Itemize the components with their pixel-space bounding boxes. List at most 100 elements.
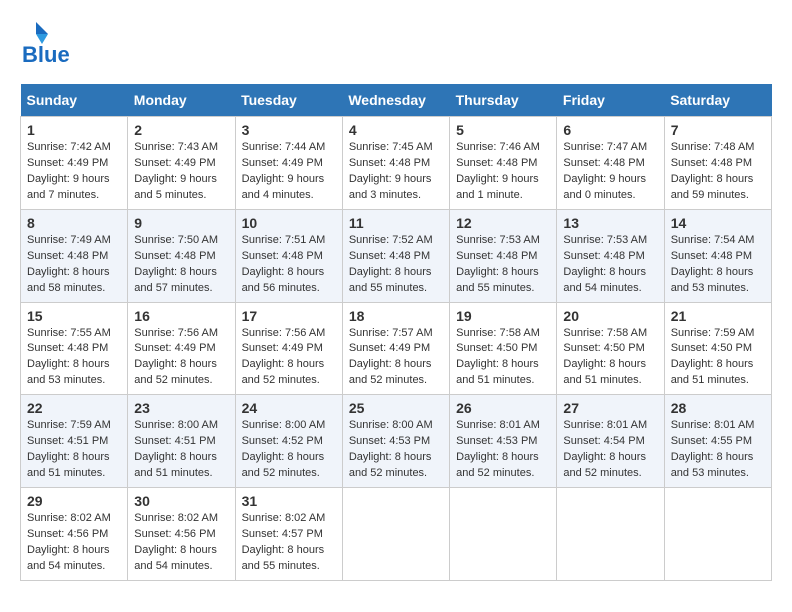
day-number: 21 xyxy=(671,308,765,324)
day-info: Sunrise: 8:02 AM Sunset: 4:57 PM Dayligh… xyxy=(242,511,336,575)
calendar-day-cell: 10 Sunrise: 7:51 AM Sunset: 4:48 PM Dayli… xyxy=(235,209,342,302)
calendar-day-cell: 18Sunrise: 7:57 AM Sunset: 4:49 PM Dayli… xyxy=(342,302,449,395)
day-info: Sunrise: 7:50 AM Sunset: 4:48 PM Dayligh… xyxy=(134,233,228,297)
calendar-day-cell: 5Sunrise: 7:46 AM Sunset: 4:48 PM Daylig… xyxy=(450,117,557,210)
day-info: Sunrise: 8:02 AM Sunset: 4:56 PM Dayligh… xyxy=(27,511,121,575)
day-number: 20 xyxy=(563,308,657,324)
day-number: 6 xyxy=(563,122,657,138)
calendar-day-cell: 15Sunrise: 7:55 AM Sunset: 4:48 PM Dayli… xyxy=(21,302,128,395)
calendar-week-row: 29 Sunrise: 8:02 AM Sunset: 4:56 PM Dayli… xyxy=(21,488,772,581)
day-number: 5 xyxy=(456,122,550,138)
day-number: 22 xyxy=(27,400,121,416)
calendar-day-cell: 9 Sunrise: 7:50 AM Sunset: 4:48 PM Daylig… xyxy=(128,209,235,302)
calendar-day-cell: 31 Sunrise: 8:02 AM Sunset: 4:57 PM Dayli… xyxy=(235,488,342,581)
calendar-day-cell xyxy=(342,488,449,581)
day-info: Sunrise: 7:42 AM Sunset: 4:49 PM Dayligh… xyxy=(27,140,121,204)
day-info: Sunrise: 7:58 AM Sunset: 4:50 PM Dayligh… xyxy=(456,326,550,390)
day-info: Sunrise: 7:58 AM Sunset: 4:50 PM Dayligh… xyxy=(563,326,657,390)
day-of-week-header: Friday xyxy=(557,84,664,117)
calendar-day-cell: 17 Sunrise: 7:56 AM Sunset: 4:49 PM Dayli… xyxy=(235,302,342,395)
calendar-day-cell: 20 Sunrise: 7:58 AM Sunset: 4:50 PM Dayli… xyxy=(557,302,664,395)
day-number: 13 xyxy=(563,215,657,231)
day-info: Sunrise: 7:56 AM Sunset: 4:49 PM Dayligh… xyxy=(242,326,336,390)
day-number: 30 xyxy=(134,493,228,509)
day-number: 11 xyxy=(349,215,443,231)
day-info: Sunrise: 7:48 AM Sunset: 4:48 PM Dayligh… xyxy=(671,140,765,204)
day-of-week-header: Wednesday xyxy=(342,84,449,117)
day-number: 16 xyxy=(134,308,228,324)
calendar-day-cell xyxy=(557,488,664,581)
day-number: 19 xyxy=(456,308,550,324)
calendar-day-cell: 3 Sunrise: 7:44 AM Sunset: 4:49 PM Daylig… xyxy=(235,117,342,210)
day-number: 1 xyxy=(27,122,121,138)
calendar-week-row: 15Sunrise: 7:55 AM Sunset: 4:48 PM Dayli… xyxy=(21,302,772,395)
calendar-day-cell: 30 Sunrise: 8:02 AM Sunset: 4:56 PM Dayli… xyxy=(128,488,235,581)
day-info: Sunrise: 7:49 AM Sunset: 4:48 PM Dayligh… xyxy=(27,233,121,297)
day-of-week-header: Monday xyxy=(128,84,235,117)
page-header: Blue xyxy=(20,20,772,68)
calendar-day-cell: 19 Sunrise: 7:58 AM Sunset: 4:50 PM Dayli… xyxy=(450,302,557,395)
day-of-week-header: Tuesday xyxy=(235,84,342,117)
calendar-week-row: 1 Sunrise: 7:42 AM Sunset: 4:49 PM Daylig… xyxy=(21,117,772,210)
day-info: Sunrise: 8:00 AM Sunset: 4:53 PM Dayligh… xyxy=(349,418,443,482)
day-info: Sunrise: 7:51 AM Sunset: 4:48 PM Dayligh… xyxy=(242,233,336,297)
day-of-week-header: Sunday xyxy=(21,84,128,117)
calendar-header: SundayMondayTuesdayWednesdayThursdayFrid… xyxy=(21,84,772,117)
day-number: 18 xyxy=(349,308,443,324)
calendar-day-cell xyxy=(664,488,771,581)
calendar-day-cell: 24Sunrise: 8:00 AM Sunset: 4:52 PM Dayli… xyxy=(235,395,342,488)
day-number: 4 xyxy=(349,122,443,138)
day-info: Sunrise: 7:43 AM Sunset: 4:49 PM Dayligh… xyxy=(134,140,228,204)
day-number: 2 xyxy=(134,122,228,138)
day-number: 12 xyxy=(456,215,550,231)
calendar-day-cell: 6Sunrise: 7:47 AM Sunset: 4:48 PM Daylig… xyxy=(557,117,664,210)
day-number: 17 xyxy=(242,308,336,324)
calendar-day-cell: 4 Sunrise: 7:45 AM Sunset: 4:48 PM Daylig… xyxy=(342,117,449,210)
day-info: Sunrise: 7:45 AM Sunset: 4:48 PM Dayligh… xyxy=(349,140,443,204)
calendar-day-cell: 7 Sunrise: 7:48 AM Sunset: 4:48 PM Daylig… xyxy=(664,117,771,210)
day-info: Sunrise: 8:01 AM Sunset: 4:54 PM Dayligh… xyxy=(563,418,657,482)
calendar-day-cell: 11 Sunrise: 7:52 AM Sunset: 4:48 PM Dayli… xyxy=(342,209,449,302)
day-info: Sunrise: 7:59 AM Sunset: 4:51 PM Dayligh… xyxy=(27,418,121,482)
day-info: Sunrise: 8:00 AM Sunset: 4:51 PM Dayligh… xyxy=(134,418,228,482)
day-info: Sunrise: 8:01 AM Sunset: 4:55 PM Dayligh… xyxy=(671,418,765,482)
day-info: Sunrise: 7:56 AM Sunset: 4:49 PM Dayligh… xyxy=(134,326,228,390)
calendar-day-cell: 8 Sunrise: 7:49 AM Sunset: 4:48 PM Daylig… xyxy=(21,209,128,302)
calendar-week-row: 8 Sunrise: 7:49 AM Sunset: 4:48 PM Daylig… xyxy=(21,209,772,302)
day-number: 3 xyxy=(242,122,336,138)
calendar-day-cell: 25Sunrise: 8:00 AM Sunset: 4:53 PM Dayli… xyxy=(342,395,449,488)
calendar-day-cell: 27Sunrise: 8:01 AM Sunset: 4:54 PM Dayli… xyxy=(557,395,664,488)
calendar-week-row: 22 Sunrise: 7:59 AM Sunset: 4:51 PM Dayli… xyxy=(21,395,772,488)
header-row: SundayMondayTuesdayWednesdayThursdayFrid… xyxy=(21,84,772,117)
day-number: 10 xyxy=(242,215,336,231)
calendar-body: 1 Sunrise: 7:42 AM Sunset: 4:49 PM Daylig… xyxy=(21,117,772,581)
day-number: 24 xyxy=(242,400,336,416)
day-number: 31 xyxy=(242,493,336,509)
calendar-day-cell: 16 Sunrise: 7:56 AM Sunset: 4:49 PM Dayli… xyxy=(128,302,235,395)
day-number: 14 xyxy=(671,215,765,231)
calendar-day-cell: 12Sunrise: 7:53 AM Sunset: 4:48 PM Dayli… xyxy=(450,209,557,302)
calendar-day-cell: 21 Sunrise: 7:59 AM Sunset: 4:50 PM Dayli… xyxy=(664,302,771,395)
calendar-day-cell: 28 Sunrise: 8:01 AM Sunset: 4:55 PM Dayli… xyxy=(664,395,771,488)
day-info: Sunrise: 8:02 AM Sunset: 4:56 PM Dayligh… xyxy=(134,511,228,575)
day-number: 9 xyxy=(134,215,228,231)
logo: Blue xyxy=(20,20,70,68)
day-number: 7 xyxy=(671,122,765,138)
day-number: 8 xyxy=(27,215,121,231)
day-number: 26 xyxy=(456,400,550,416)
calendar-day-cell: 14 Sunrise: 7:54 AM Sunset: 4:48 PM Dayli… xyxy=(664,209,771,302)
day-info: Sunrise: 7:44 AM Sunset: 4:49 PM Dayligh… xyxy=(242,140,336,204)
day-info: Sunrise: 7:53 AM Sunset: 4:48 PM Dayligh… xyxy=(563,233,657,297)
day-number: 29 xyxy=(27,493,121,509)
day-info: Sunrise: 7:59 AM Sunset: 4:50 PM Dayligh… xyxy=(671,326,765,390)
day-info: Sunrise: 7:52 AM Sunset: 4:48 PM Dayligh… xyxy=(349,233,443,297)
calendar-day-cell xyxy=(450,488,557,581)
calendar-day-cell: 29 Sunrise: 8:02 AM Sunset: 4:56 PM Dayli… xyxy=(21,488,128,581)
calendar-day-cell: 22 Sunrise: 7:59 AM Sunset: 4:51 PM Dayli… xyxy=(21,395,128,488)
day-number: 28 xyxy=(671,400,765,416)
calendar-table: SundayMondayTuesdayWednesdayThursdayFrid… xyxy=(20,84,772,581)
day-info: Sunrise: 7:55 AM Sunset: 4:48 PM Dayligh… xyxy=(27,326,121,390)
day-info: Sunrise: 7:54 AM Sunset: 4:48 PM Dayligh… xyxy=(671,233,765,297)
day-of-week-header: Thursday xyxy=(450,84,557,117)
day-of-week-header: Saturday xyxy=(664,84,771,117)
